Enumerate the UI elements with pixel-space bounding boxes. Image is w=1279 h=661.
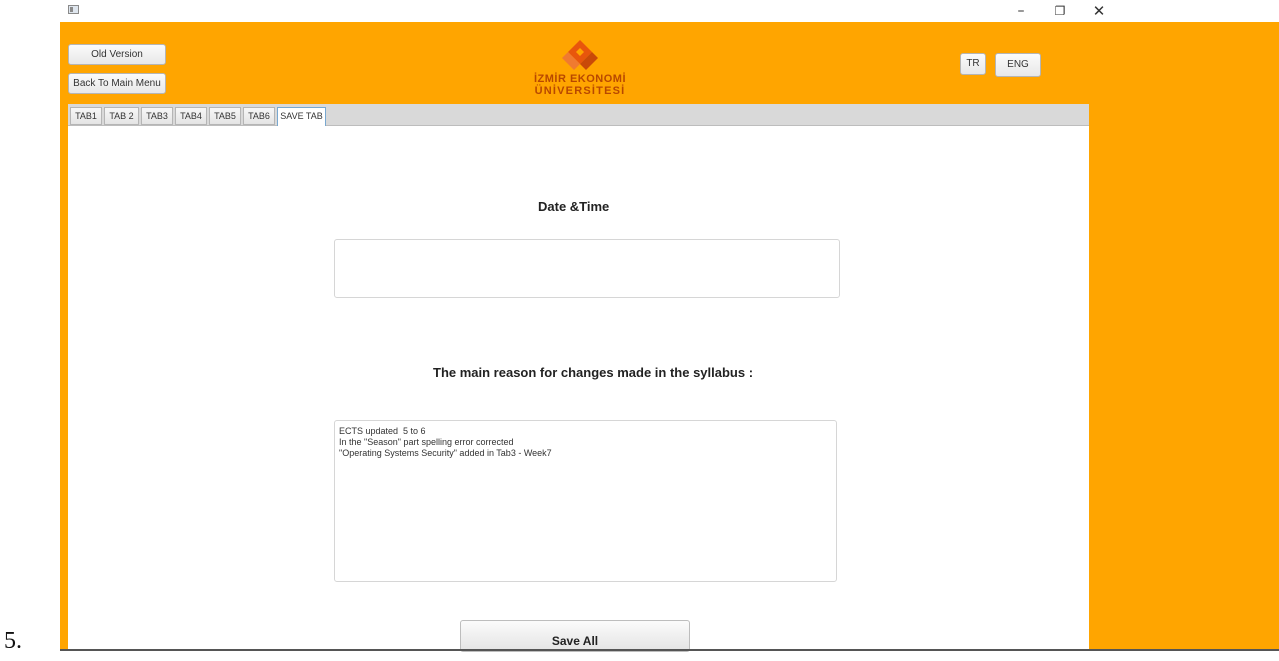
change-reason-label: The main reason for changes made in the … [433,365,754,380]
reason-line: "Operating Systems Security" added in Ta… [339,448,552,458]
maximize-icon[interactable]: ❐ [1043,0,1077,22]
logo-mark-icon [562,40,598,70]
reason-line: In the "Season" part spelling error corr… [339,437,514,447]
back-to-main-menu-button[interactable]: Back To Main Menu [68,73,166,94]
tab-strip: TAB1 TAB 2 TAB3 TAB4 TAB5 TAB6 SAVE TAB [68,104,1089,127]
app-window: Old Version Back To Main Menu İZMİR EKON… [60,22,1279,652]
date-time-label: Date &Time [538,199,610,214]
close-icon[interactable]: ✕ [1082,0,1116,22]
tab-4[interactable]: TAB4 [175,107,207,125]
save-all-button[interactable]: Save All [460,620,690,652]
date-time-field[interactable] [334,239,840,298]
tab-6[interactable]: TAB6 [243,107,275,125]
window-titlebar: – ❐ ✕ [60,0,1279,22]
divider-line [60,649,1279,651]
logo-text-line2: ÜNİVERSİTESİ [534,85,626,97]
app-window-icon [68,5,79,14]
change-reason-textarea[interactable]: ECTS updated 5 to 6 In the "Season" part… [334,420,837,582]
tab-save[interactable]: SAVE TAB [277,107,326,127]
tab-5[interactable]: TAB5 [209,107,241,125]
logo-text-line1: İZMİR EKONOMİ [533,73,627,85]
tab-3[interactable]: TAB3 [141,107,173,125]
university-logo: İZMİR EKONOMİ ÜNİVERSİTESİ [510,38,650,98]
list-number: 5. [4,628,22,654]
minimize-icon[interactable]: – [1004,0,1038,22]
save-tab-panel: Date &Time The main reason for changes m… [68,126,1089,652]
tab-2[interactable]: TAB 2 [104,107,139,125]
tab-1[interactable]: TAB1 [70,107,102,125]
old-version-button[interactable]: Old Version [68,44,166,65]
reason-line: ECTS updated 5 to 6 [339,426,426,436]
lang-eng-button[interactable]: ENG [995,53,1041,77]
lang-tr-button[interactable]: TR [960,53,986,75]
